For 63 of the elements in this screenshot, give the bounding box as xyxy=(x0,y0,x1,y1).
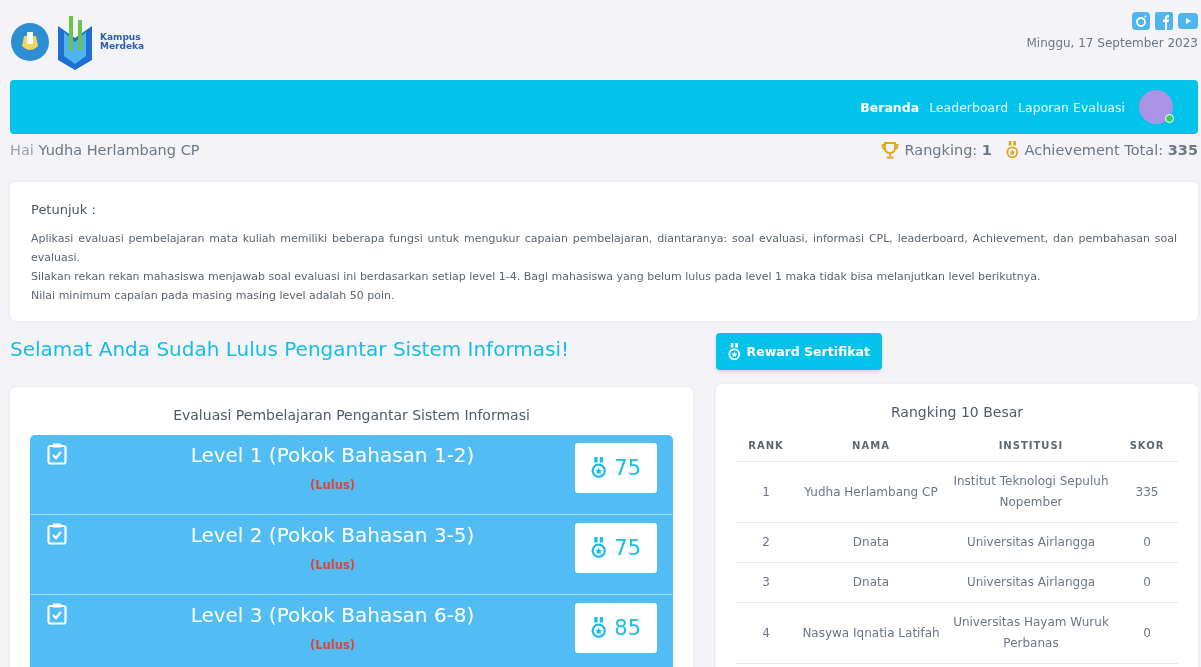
instructions-title: Petunjuk : xyxy=(31,202,97,217)
level-row[interactable]: Level 2 (Pokok Bahasan 3-5) (Lulus) 75 xyxy=(30,515,673,595)
table-cell: Universitas Airlangga xyxy=(946,562,1116,603)
clipboard-check-icon xyxy=(47,523,67,545)
instructions-paragraph: Nilai minimum capaian pada masing masing level adalah 50 poin. xyxy=(31,288,396,304)
table-cell: 0 xyxy=(1116,602,1178,664)
level-title: Level 3 (Pokok Bahasan 6-8) xyxy=(190,603,475,627)
table-cell: 4 xyxy=(736,602,796,664)
instagram-icon[interactable] xyxy=(1132,12,1150,30)
trophy-icon xyxy=(880,141,899,159)
level-title: Level 1 (Pokok Bahasan 1-2) xyxy=(190,443,475,467)
instructions-paragraph: Aplikasi evaluasi pembelajaran mata kuliah memiliki beberapa fungsi untuk mengukur capaian pembelajaran, diantaranya: soal evaluasi, informasi CPL, leaderboard, Achievement, dan pembahasan soal evaluasi. xyxy=(31,231,1177,266)
level-row[interactable]: Level 3 (Pokok Bahasan 6-8) (Lulus) 85 xyxy=(30,595,673,667)
reward-certificate-button[interactable]: Reward Sertifikat xyxy=(716,333,882,370)
level-status: (Lulus) xyxy=(310,638,355,652)
table-cell: Dnata xyxy=(796,522,946,563)
medal-icon xyxy=(1005,141,1019,159)
card-title: Rangking 10 Besar xyxy=(889,404,1025,420)
table-cell: Universitas Hayam Wuruk Perbanas xyxy=(946,602,1116,664)
medal-icon xyxy=(590,457,607,479)
congratulations-headline: Selamat Anda Sudah Lulus Pengantar Sistem Informasi! xyxy=(10,336,570,363)
table-cell: 2 xyxy=(736,522,796,563)
table-cell: 0 xyxy=(1116,562,1178,603)
table-cell: 335 xyxy=(1116,461,1178,523)
youtube-icon[interactable] xyxy=(1178,12,1198,30)
table-cell: Institut Teknologi Sepuluh Nopember xyxy=(946,461,1116,523)
score-box: 75 xyxy=(575,523,657,573)
greeting-text: Hai Yudha Herlambang CP xyxy=(10,142,200,158)
logo-text: Kampus Merdeka xyxy=(100,33,145,51)
score-box: 85 xyxy=(575,603,657,653)
table-cell: 0 xyxy=(1116,522,1178,563)
level-status: (Lulus) xyxy=(310,558,355,572)
facebook-icon[interactable] xyxy=(1155,12,1173,30)
date-text: Minggu, 17 September 2023 xyxy=(1026,36,1198,50)
column-header: INSTITUSI xyxy=(946,432,1116,462)
nav-link[interactable]: Laporan Evaluasi xyxy=(1018,99,1125,115)
card-title: Evaluasi Pembelajaran Pengantar Sistem Informasi xyxy=(172,407,531,423)
table-cell: Nasywa Iqnatia Latifah xyxy=(796,602,946,664)
emblem-logo xyxy=(10,22,50,62)
book-logo xyxy=(56,14,94,70)
level-title: Level 2 (Pokok Bahasan 3-5) xyxy=(190,523,475,547)
table-cell: Universitas Airlangga xyxy=(946,522,1116,563)
column-header: RANK xyxy=(736,432,796,462)
nav-link[interactable]: Beranda xyxy=(860,99,920,115)
ranking-text: Rangking: 1 xyxy=(904,142,992,158)
level-status: (Lulus) xyxy=(310,478,355,492)
nav-link[interactable]: Leaderboard xyxy=(929,99,1009,115)
achievement-text: Achievement Total: 335 xyxy=(1024,142,1198,158)
column-header: NAMA xyxy=(796,432,946,462)
medal-icon xyxy=(590,537,607,559)
avatar[interactable] xyxy=(1139,90,1173,124)
instructions-paragraph: Silakan rekan rekan mahasiswa menjawab soal evaluasi ini berdasarkan setiap level 1-4. Bagi mahasiswa yang belum lulus pada level 1 maka tidak bisa melanjutkan level berikutnya. xyxy=(31,269,1042,285)
table-cell: Dnata xyxy=(796,562,946,603)
table-cell: 3 xyxy=(736,562,796,603)
column-header: SKOR xyxy=(1116,432,1178,462)
level-row[interactable]: Level 1 (Pokok Bahasan 1-2) (Lulus) 75 xyxy=(30,435,673,515)
clipboard-check-icon xyxy=(47,603,67,625)
score-box: 75 xyxy=(575,443,657,493)
table-cell: Yudha Herlambang CP xyxy=(796,461,946,523)
medal-icon xyxy=(590,617,607,639)
table-cell: 1 xyxy=(736,461,796,523)
medal-icon xyxy=(727,342,741,361)
clipboard-check-icon xyxy=(47,443,67,465)
